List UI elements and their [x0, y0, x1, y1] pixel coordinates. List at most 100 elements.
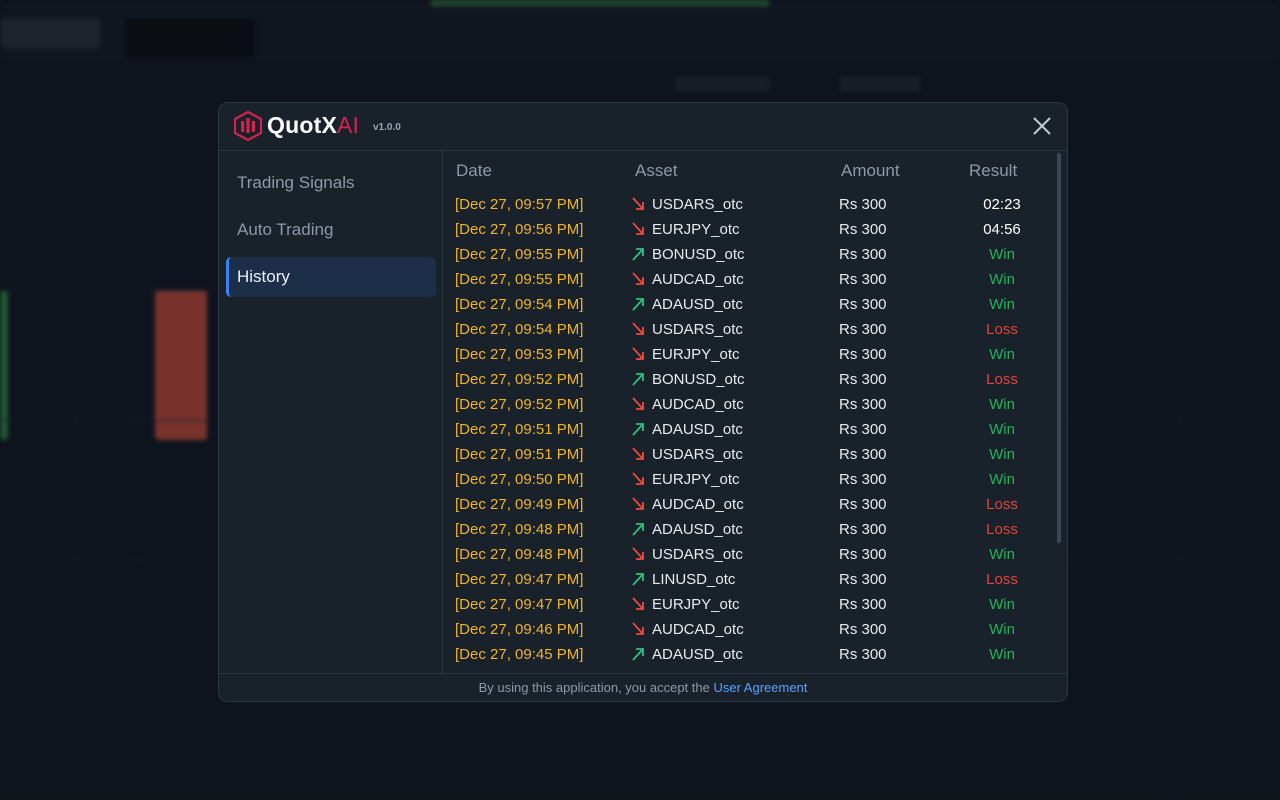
- arrow-up-right-icon: [632, 423, 644, 436]
- row-amount: Rs 300: [839, 521, 887, 538]
- column-header-result: Result: [969, 161, 1018, 180]
- row-result: Win: [989, 446, 1015, 463]
- row-date: [Dec 27, 09:51 PM]: [455, 446, 584, 463]
- row-result: Win: [989, 271, 1015, 288]
- footer-text: By using this application, you accept th…: [478, 680, 714, 695]
- row-asset: LINUSD_otc: [652, 571, 736, 588]
- row-date: [Dec 27, 09:56 PM]: [455, 221, 584, 238]
- row-result: Loss: [986, 496, 1018, 513]
- arrow-down-right-icon: [632, 322, 644, 335]
- scrollbar[interactable]: [1057, 153, 1061, 543]
- row-result: Win: [989, 621, 1015, 638]
- row-result: Win: [989, 246, 1015, 263]
- row-amount: Rs 300: [839, 196, 887, 213]
- close-icon[interactable]: [1031, 115, 1053, 137]
- row-result: 02:23: [983, 196, 1021, 213]
- quotx-dialog: QuotXAI v1.0.0 Trading Signals Auto Trad…: [218, 102, 1068, 702]
- dialog-header: QuotXAI v1.0.0: [219, 103, 1067, 151]
- row-date: [Dec 27, 09:51 PM]: [455, 421, 584, 438]
- column-header-date: Date: [456, 161, 492, 180]
- table-row: [Dec 27, 09:49 PM] AUDCAD_otc Rs 300 Loss: [443, 492, 1053, 517]
- row-date: [Dec 27, 09:49 PM]: [455, 496, 584, 513]
- row-asset: AUDCAD_otc: [652, 621, 744, 638]
- row-date: [Dec 27, 09:50 PM]: [455, 471, 584, 488]
- arrow-down-right-icon: [632, 547, 644, 560]
- row-amount: Rs 300: [839, 221, 887, 238]
- row-result: Win: [989, 296, 1015, 313]
- user-agreement-link[interactable]: User Agreement: [713, 680, 807, 695]
- row-date: [Dec 27, 09:52 PM]: [455, 371, 584, 388]
- row-asset: ADAUSD_otc: [652, 646, 743, 663]
- row-amount: Rs 300: [839, 246, 887, 263]
- arrow-down-right-icon: [632, 397, 644, 410]
- arrow-down-right-icon: [632, 447, 644, 460]
- row-amount: Rs 300: [839, 646, 887, 663]
- row-asset: AUDCAD_otc: [652, 496, 744, 513]
- row-amount: Rs 300: [839, 596, 887, 613]
- row-amount: Rs 300: [839, 371, 887, 388]
- row-amount: Rs 300: [839, 571, 887, 588]
- row-amount: Rs 300: [839, 446, 887, 463]
- arrow-down-right-icon: [632, 597, 644, 610]
- brand-main: QuotX: [267, 112, 337, 138]
- row-amount: Rs 300: [839, 421, 887, 438]
- arrow-up-right-icon: [632, 373, 644, 386]
- row-asset: USDARS_otc: [652, 546, 743, 563]
- table-row: [Dec 27, 09:48 PM] USDARS_otc Rs 300 Win: [443, 542, 1053, 567]
- brand-name: QuotXAI: [267, 112, 359, 139]
- arrow-down-right-icon: [632, 497, 644, 510]
- row-amount: Rs 300: [839, 296, 887, 313]
- table-row: [Dec 27, 09:46 PM] AUDCAD_otc Rs 300 Win: [443, 617, 1053, 642]
- arrow-down-right-icon: [632, 347, 644, 360]
- table-row: [Dec 27, 09:52 PM] BONUSD_otc Rs 300 Loss: [443, 367, 1053, 392]
- row-date: [Dec 27, 09:48 PM]: [455, 546, 584, 563]
- nav-item-history[interactable]: History: [226, 257, 436, 297]
- table-row: [Dec 27, 09:45 PM] ADAUSD_otc Rs 300 Win: [443, 642, 1053, 667]
- row-asset: EURJPY_otc: [652, 221, 740, 238]
- table-row: [Dec 27, 09:57 PM] USDARS_otc Rs 300 02:23: [443, 192, 1053, 217]
- row-amount: Rs 300: [839, 396, 887, 413]
- column-header-amount: Amount: [841, 161, 900, 180]
- row-date: [Dec 27, 09:45 PM]: [455, 646, 584, 663]
- table-row: [Dec 27, 09:47 PM] LINUSD_otc Rs 300 Loss: [443, 567, 1053, 592]
- row-result: Loss: [986, 321, 1018, 338]
- row-date: [Dec 27, 09:57 PM]: [455, 196, 584, 213]
- arrow-down-right-icon: [632, 472, 644, 485]
- row-asset: ADAUSD_otc: [652, 296, 743, 313]
- arrow-up-right-icon: [632, 573, 644, 586]
- row-result: Win: [989, 646, 1015, 663]
- row-result: Win: [989, 346, 1015, 363]
- footer: By using this application, you accept th…: [219, 673, 1067, 701]
- row-amount: Rs 300: [839, 321, 887, 338]
- row-asset: ADAUSD_otc: [652, 521, 743, 538]
- row-amount: Rs 300: [839, 546, 887, 563]
- row-date: [Dec 27, 09:54 PM]: [455, 296, 584, 313]
- arrow-down-right-icon: [632, 197, 644, 210]
- table-row: [Dec 27, 09:54 PM] USDARS_otc Rs 300 Loss: [443, 317, 1053, 342]
- row-result: Loss: [986, 521, 1018, 538]
- arrow-down-right-icon: [632, 222, 644, 235]
- row-asset: ADAUSD_otc: [652, 421, 743, 438]
- arrow-down-right-icon: [632, 622, 644, 635]
- row-date: [Dec 27, 09:46 PM]: [455, 621, 584, 638]
- table-row: [Dec 27, 09:54 PM] ADAUSD_otc Rs 300 Win: [443, 292, 1053, 317]
- row-result: Loss: [986, 371, 1018, 388]
- nav-item-trading-signals[interactable]: Trading Signals: [226, 163, 436, 203]
- row-result: Win: [989, 546, 1015, 563]
- table-row: [Dec 27, 09:55 PM] AUDCAD_otc Rs 300 Win: [443, 267, 1053, 292]
- row-date: [Dec 27, 09:47 PM]: [455, 571, 584, 588]
- row-asset: USDARS_otc: [652, 196, 743, 213]
- brand-ai: AI: [337, 112, 360, 138]
- arrow-down-right-icon: [632, 272, 644, 285]
- table-row: [Dec 27, 09:55 PM] BONUSD_otc Rs 300 Win: [443, 242, 1053, 267]
- row-amount: Rs 300: [839, 621, 887, 638]
- row-asset: USDARS_otc: [652, 446, 743, 463]
- table-row: [Dec 27, 09:52 PM] AUDCAD_otc Rs 300 Win: [443, 392, 1053, 417]
- row-asset: BONUSD_otc: [652, 246, 745, 263]
- table-row: [Dec 27, 09:56 PM] EURJPY_otc Rs 300 04:56: [443, 217, 1053, 242]
- nav-item-auto-trading[interactable]: Auto Trading: [226, 210, 436, 250]
- version-label: v1.0.0: [373, 122, 401, 133]
- row-asset: EURJPY_otc: [652, 346, 740, 363]
- row-date: [Dec 27, 09:55 PM]: [455, 246, 584, 263]
- row-result: 04:56: [983, 221, 1021, 238]
